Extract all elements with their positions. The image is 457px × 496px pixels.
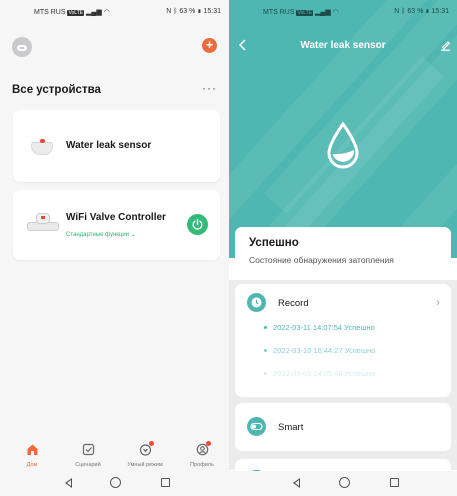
tab-profile[interactable]: Профиль — [177, 441, 227, 468]
tab-label: Дом — [26, 462, 38, 468]
record-title: Record — [278, 298, 309, 309]
status-right: N ᛒ 63 % ▮ 15:31 — [166, 8, 221, 15]
status-title: Успешно — [249, 237, 299, 249]
system-nav-bar — [0, 471, 229, 496]
battery-icon: ▮ — [425, 8, 430, 15]
tab-smart-mode[interactable]: Умный режим — [120, 441, 170, 468]
status-card: Успешно Состояние обнаружения затопления — [235, 227, 451, 275]
clock: 15:31 — [203, 8, 221, 15]
clock-icon — [247, 293, 266, 312]
record-item: 2022-03-10 16:44:27 Успешно — [263, 346, 376, 355]
smart-card[interactable]: Smart — [235, 403, 451, 451]
valve-image — [27, 210, 59, 240]
nfc-icon: N — [394, 8, 400, 15]
nav-back-icon[interactable] — [65, 478, 72, 488]
nav-back-icon[interactable] — [293, 478, 300, 488]
smart-icon — [139, 441, 154, 456]
tab-label: Профиль — [190, 462, 214, 468]
signal-icon: ▂▄▆ — [86, 9, 102, 16]
device-card-wifi-valve-controller[interactable]: WiFi Valve Controller Стандартные функци… — [13, 190, 220, 260]
status-description: Состояние обнаружения затопления — [249, 255, 394, 265]
device-name: Water leak sensor — [66, 140, 152, 151]
home-screen: MTS RUS VoLTE ▂▄▆ ◠ N ᛒ 63 % ▮ 15:31 + В… — [0, 0, 229, 496]
profile-icon — [196, 441, 211, 456]
notification-badge — [148, 441, 154, 446]
edit-icon — [441, 41, 451, 51]
water-drop-icon — [327, 121, 359, 169]
volte-badge: VoLTE — [296, 10, 314, 16]
checkbox-icon — [82, 443, 95, 456]
signal-icon: ▂▄▆ — [315, 9, 331, 16]
tab-label: Умный режим — [127, 462, 163, 468]
tab-label: Сценарий — [75, 462, 101, 468]
water-leak-sensor-image — [29, 138, 55, 156]
smart-title: Smart — [278, 422, 304, 433]
nav-recent-icon[interactable] — [161, 478, 170, 487]
battery-percent: 63 % — [407, 8, 424, 15]
record-item: 2022-03-09 14:05:44 Успешно — [263, 369, 376, 378]
notification-badge — [205, 441, 211, 446]
nav-home-icon[interactable] — [339, 477, 350, 488]
nav-home-icon[interactable] — [110, 477, 121, 488]
status-right: N ᛒ 63 % ▮ 15:31 — [394, 8, 449, 15]
device-name: WiFi Valve Controller — [66, 212, 166, 223]
clock: 15:31 — [431, 8, 449, 15]
status-bar: MTS RUS VoLTE ▂▄▆ ◠ N ᛒ 63 % ▮ 15:31 — [0, 0, 229, 22]
record-card[interactable]: Record › 2022-03-11 14:07:54 Успешно 202… — [235, 284, 451, 397]
battery-percent: 63 % — [179, 8, 196, 15]
status-left: MTS RUS VoLTE ▂▄▆ ◠ — [34, 8, 110, 16]
home-icon — [26, 443, 39, 456]
device-card-water-leak-sensor[interactable]: Water leak sensor — [13, 110, 220, 182]
wifi-icon: ◠ — [103, 9, 110, 16]
carrier-label: MTS RUS — [263, 9, 295, 16]
tab-scenario[interactable]: Сценарий — [63, 443, 113, 468]
record-item: 2022-03-11 14:07:54 Успешно — [264, 323, 375, 332]
standard-functions-link[interactable]: Стандартные функции ⌄ — [66, 231, 136, 238]
nfc-icon: N — [166, 8, 172, 15]
wifi-icon: ◠ — [332, 9, 339, 16]
power-icon — [192, 218, 203, 230]
status-bar: MTS RUS VoLTE ▂▄▆ ◠ N ᛒ 63 % ▮ 15:31 — [229, 0, 457, 22]
system-nav-bar — [229, 471, 457, 496]
nav-recent-icon[interactable] — [390, 478, 399, 487]
sensor-detail-screen: MTS RUS VoLTE ▂▄▆ ◠ N ᛒ 63 % ▮ 15:31 Wat… — [229, 0, 457, 496]
power-toggle-button[interactable] — [187, 214, 208, 235]
carrier-label: MTS RUS — [34, 9, 66, 16]
home-avatar[interactable] — [12, 37, 32, 57]
chevron-right-icon: › — [436, 295, 440, 309]
battery-icon: ▮ — [197, 8, 202, 15]
page-title: Water leak sensor — [300, 40, 386, 51]
bottom-tab-bar: Дом Сценарий Умный режим Профиль — [0, 441, 229, 471]
tab-home[interactable]: Дом — [7, 443, 57, 468]
more-options-button[interactable]: ··· — [202, 82, 217, 94]
add-device-button[interactable]: + — [202, 38, 217, 53]
bluetooth-icon: ᛒ — [173, 8, 178, 15]
section-title: Все устройства — [12, 84, 101, 96]
edit-button[interactable] — [440, 38, 451, 56]
toggle-icon — [247, 417, 266, 436]
volte-badge: VoLTE — [67, 10, 85, 16]
bluetooth-icon: ᛒ — [401, 8, 406, 15]
status-left: MTS RUS VoLTE ▂▄▆ ◠ — [263, 8, 339, 16]
